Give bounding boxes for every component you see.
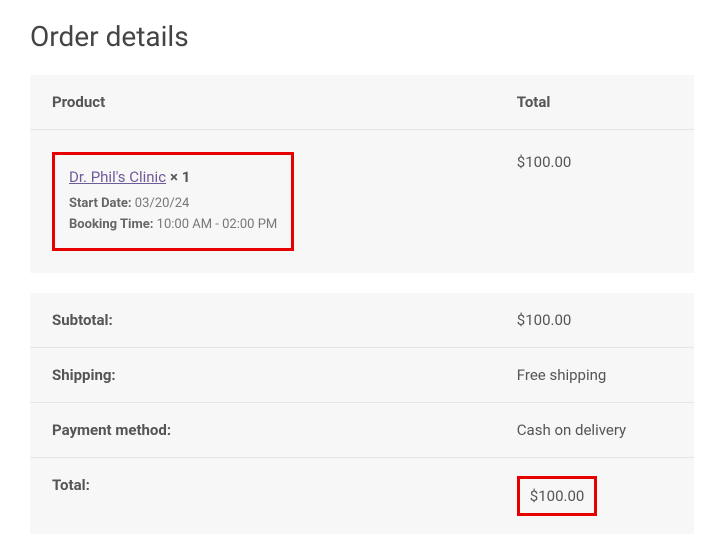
product-quantity: × 1 bbox=[170, 168, 190, 186]
column-header-total: Total bbox=[495, 75, 694, 130]
booking-time-value: 10:00 AM - 02:00 PM bbox=[157, 217, 278, 232]
product-total-cell: $100.00 bbox=[495, 130, 694, 283]
product-meta: Start Date: 03/20/24 Booking Time: 10:00… bbox=[69, 194, 277, 236]
shipping-label: Shipping: bbox=[30, 347, 495, 402]
subtotal-label: Subtotal: bbox=[30, 283, 495, 348]
qty-value: 1 bbox=[182, 168, 191, 186]
column-header-product: Product bbox=[30, 75, 495, 130]
total-highlight-box: $100.00 bbox=[517, 476, 598, 516]
shipping-value: Free shipping bbox=[495, 347, 694, 402]
product-link[interactable]: Dr. Phil's Clinic bbox=[69, 168, 166, 186]
product-price: $100.00 bbox=[517, 153, 572, 171]
page-title: Order details bbox=[30, 20, 694, 53]
order-details-table: Product Total Dr. Phil's Clinic × 1 Star… bbox=[30, 75, 694, 534]
qty-prefix: × bbox=[170, 168, 178, 186]
table-header-row: Product Total bbox=[30, 75, 694, 130]
start-date-value: 03/20/24 bbox=[135, 196, 190, 211]
product-highlight-box: Dr. Phil's Clinic × 1 Start Date: 03/20/… bbox=[52, 152, 294, 251]
payment-method-label: Payment method: bbox=[30, 402, 495, 457]
table-row: Dr. Phil's Clinic × 1 Start Date: 03/20/… bbox=[30, 130, 694, 283]
total-value: $100.00 bbox=[530, 487, 585, 505]
payment-method-row: Payment method: Cash on delivery bbox=[30, 402, 694, 457]
total-label: Total: bbox=[30, 457, 495, 534]
subtotal-value: $100.00 bbox=[495, 283, 694, 348]
shipping-row: Shipping: Free shipping bbox=[30, 347, 694, 402]
start-date-row: Start Date: 03/20/24 bbox=[69, 194, 277, 215]
booking-time-label: Booking Time: bbox=[69, 217, 153, 232]
product-cell: Dr. Phil's Clinic × 1 Start Date: 03/20/… bbox=[30, 130, 495, 283]
total-row: Total: $100.00 bbox=[30, 457, 694, 534]
payment-method-value: Cash on delivery bbox=[495, 402, 694, 457]
subtotal-row: Subtotal: $100.00 bbox=[30, 283, 694, 348]
booking-time-row: Booking Time: 10:00 AM - 02:00 PM bbox=[69, 215, 277, 236]
total-cell: $100.00 bbox=[495, 457, 694, 534]
start-date-label: Start Date: bbox=[69, 196, 132, 211]
